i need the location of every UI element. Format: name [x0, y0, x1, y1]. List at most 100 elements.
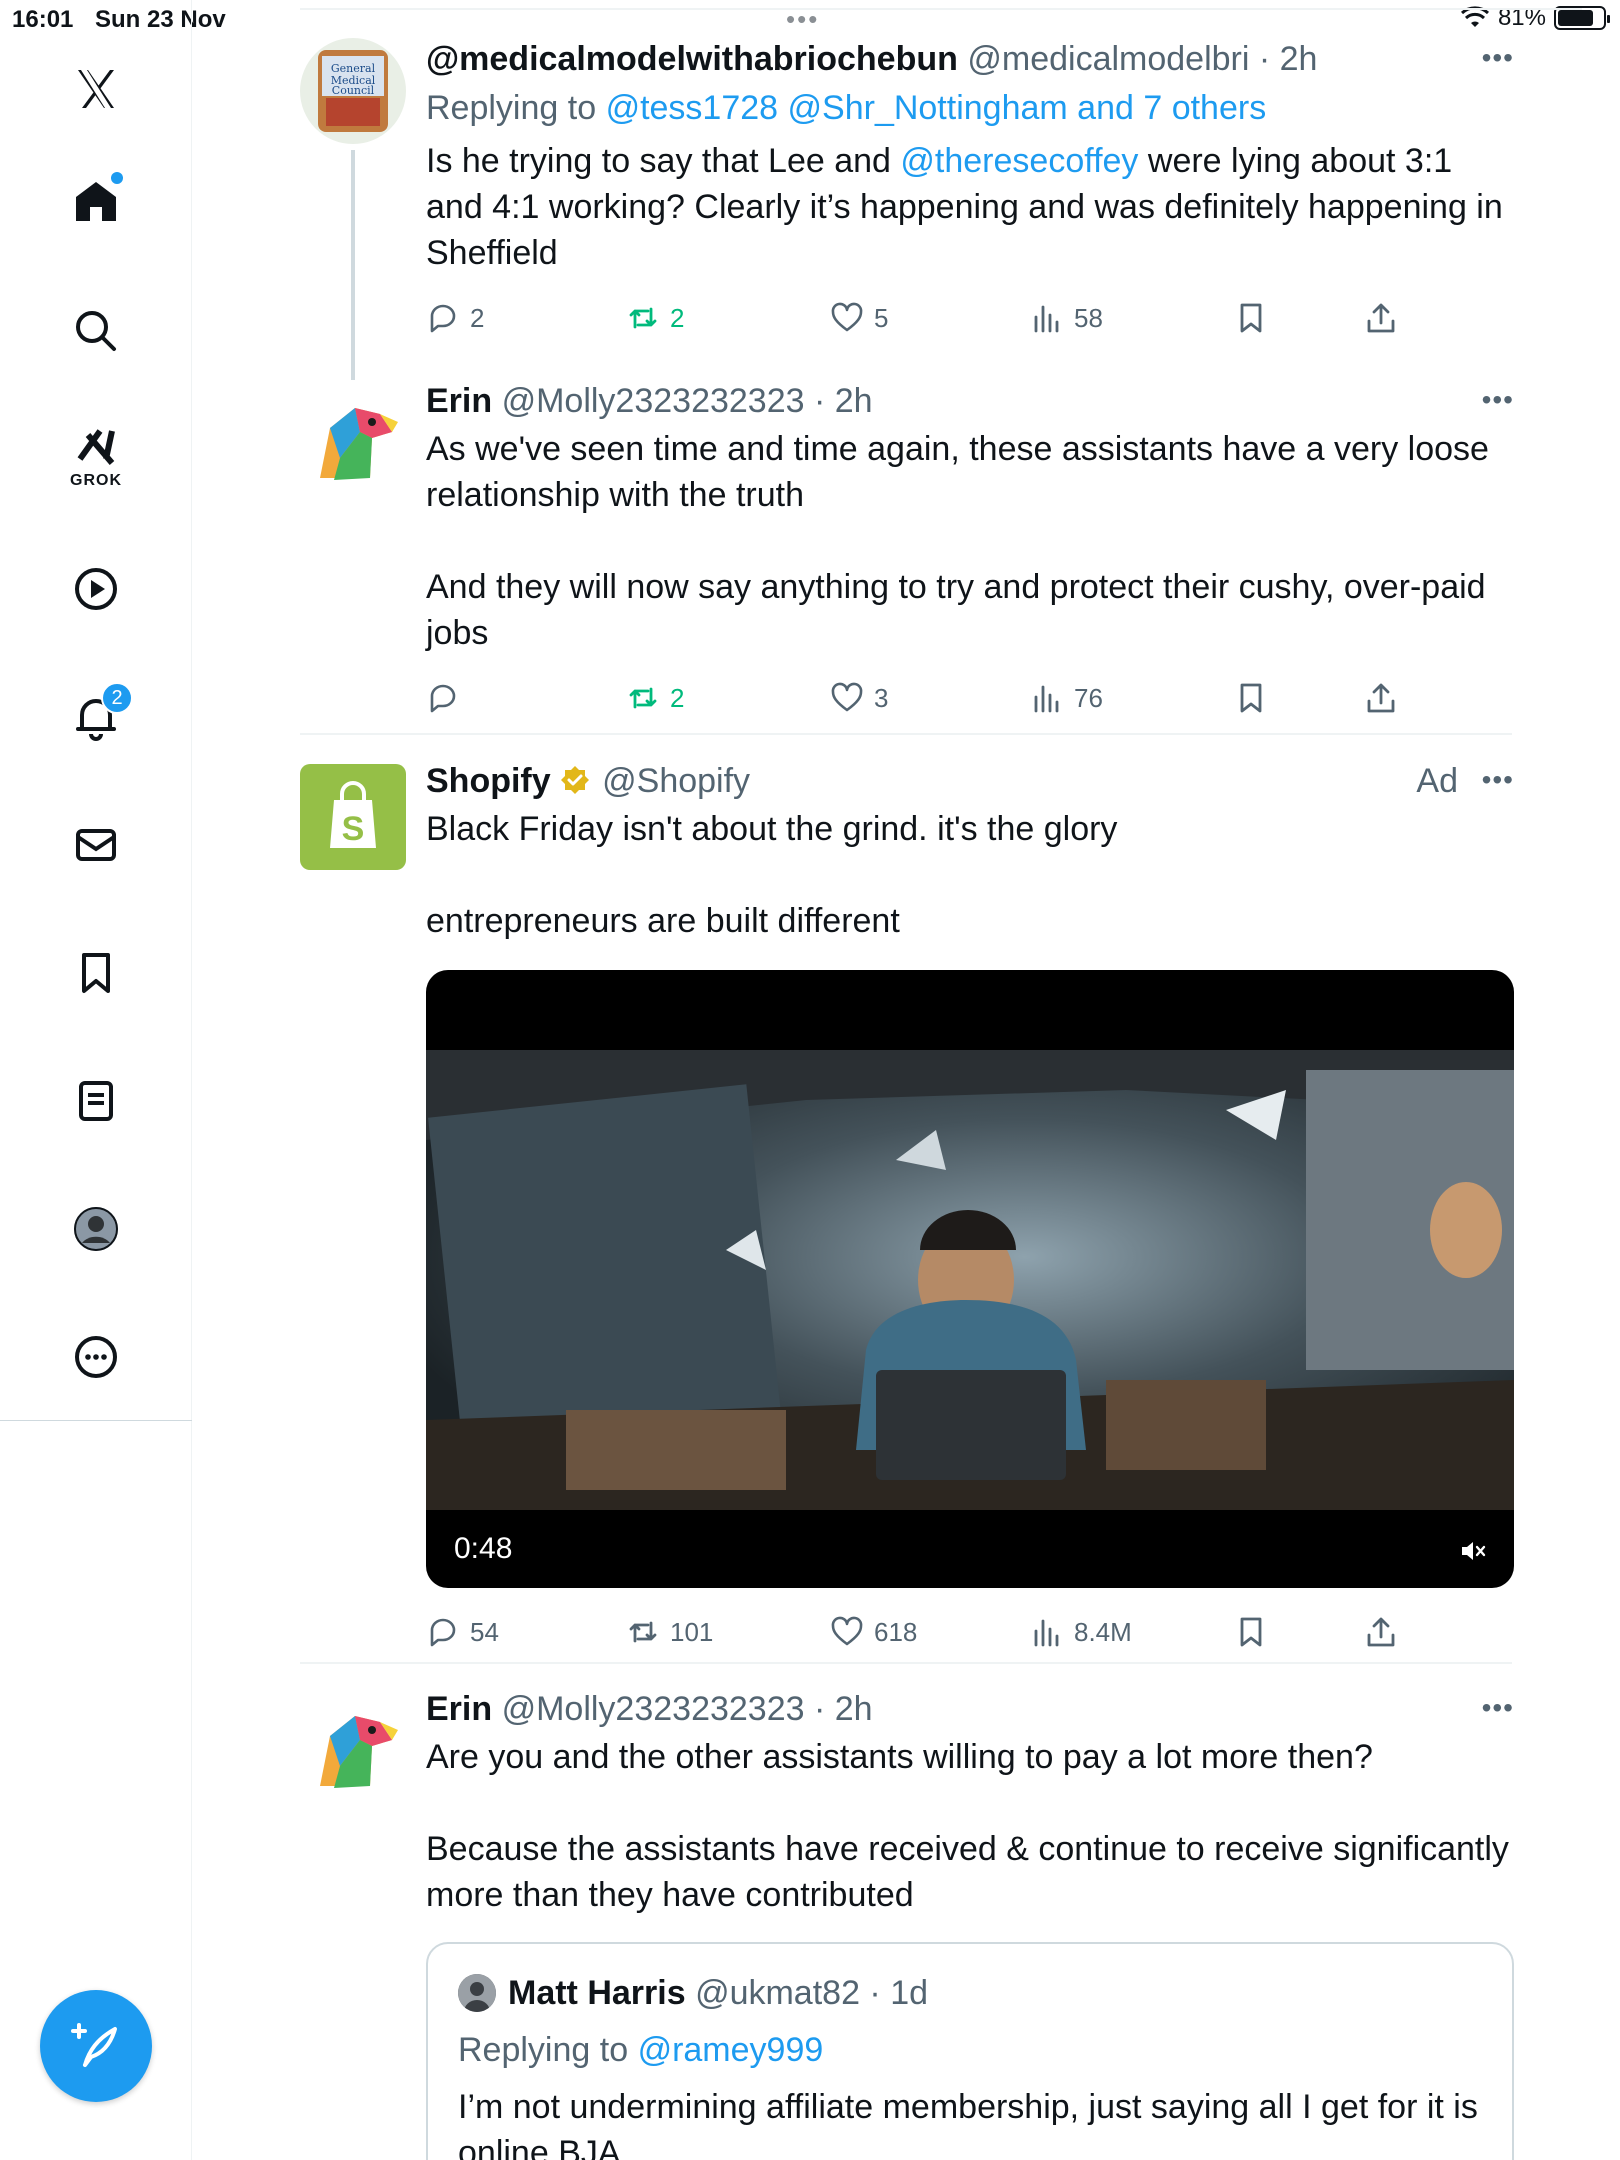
- replying-prefix: Replying to: [426, 89, 597, 127]
- author-handle[interactable]: @Molly2323232323: [502, 1690, 805, 1728]
- reply-button[interactable]: 2: [426, 296, 484, 340]
- replying-to-link[interactable]: @tess1728 @Shr_Nottingham and 7 others: [606, 89, 1267, 127]
- retweet-count: 2: [670, 682, 685, 713]
- quote-header: Matt Harris @ukmat82 · 1d: [458, 1972, 1482, 2014]
- nav-lists[interactable]: [61, 1066, 131, 1136]
- views-button[interactable]: 76: [1030, 676, 1103, 720]
- bookmark-button[interactable]: [1234, 1610, 1268, 1654]
- svg-text:S: S: [342, 810, 365, 848]
- reply-button[interactable]: [426, 676, 470, 720]
- x-logo-icon[interactable]: [61, 54, 131, 124]
- avatar[interactable]: [300, 388, 406, 494]
- tweet-actions: 2 2 5 58: [426, 296, 1514, 346]
- retweet-count: 2: [670, 302, 685, 333]
- author-name[interactable]: Erin: [426, 382, 492, 420]
- like-count: 5: [874, 302, 889, 333]
- author-handle[interactable]: @Molly2323232323: [502, 382, 805, 420]
- reply-count: 2: [470, 302, 485, 333]
- sidebar-divider: [0, 1420, 192, 1421]
- tweet-header: Erin @Molly2323232323 · 2h: [426, 382, 873, 420]
- author-handle[interactable]: @Shopify: [602, 762, 750, 800]
- share-button[interactable]: [1364, 296, 1398, 340]
- retweet-button[interactable]: 2: [626, 296, 684, 340]
- tweet-text: Black Friday isn't about the grind. it's…: [426, 806, 1514, 944]
- nav-more[interactable]: [61, 1322, 131, 1392]
- retweet-icon: [629, 687, 657, 709]
- quote-avatar[interactable]: [458, 1974, 496, 2012]
- nav-search[interactable]: [61, 296, 131, 366]
- nav-notifications[interactable]: 2: [61, 682, 133, 752]
- mute-icon[interactable]: [1458, 1536, 1488, 1566]
- tweet-header: @medicalmodelwithabriochebun @medicalmod…: [426, 40, 1318, 78]
- tweet-text: Are you and the other assistants willing…: [426, 1734, 1514, 1918]
- timeline[interactable]: General Medical Council @medicalmodelwit…: [192, 0, 1582, 2160]
- tweet-actions: 2 3 76: [426, 676, 1514, 726]
- nav-bookmarks[interactable]: [61, 938, 131, 1008]
- share-button[interactable]: [1364, 1610, 1398, 1654]
- view-count: 76: [1074, 682, 1103, 713]
- author-handle[interactable]: @medicalmodelbri: [967, 40, 1249, 78]
- tweet-ad[interactable]: S Shopify @Shopify Ad ••• Black Friday i…: [300, 760, 1514, 1660]
- tweet[interactable]: Erin @Molly2323232323 · 2h ••• As we've …: [300, 380, 1514, 713]
- video-frame: [426, 1050, 1514, 1510]
- tweet-paragraph: Black Friday isn't about the grind. it's…: [426, 810, 1118, 848]
- author-name[interactable]: @medicalmodelwithabriochebun: [426, 40, 958, 78]
- retweet-icon: [629, 307, 657, 329]
- nav-video[interactable]: [61, 554, 131, 624]
- thread-line: [351, 150, 355, 380]
- retweet-button[interactable]: 2: [626, 676, 684, 720]
- avatar[interactable]: [300, 1696, 406, 1802]
- nav-grok[interactable]: GROK: [61, 420, 131, 490]
- compose-button[interactable]: [40, 1990, 152, 2102]
- like-button[interactable]: 618: [830, 1610, 917, 1654]
- share-icon: [1367, 683, 1395, 713]
- more-options-icon[interactable]: •••: [1482, 764, 1514, 796]
- video-duration: 0:48: [454, 1532, 513, 1565]
- avatar[interactable]: S: [300, 764, 406, 870]
- compose-icon: [71, 2023, 117, 2067]
- views-button[interactable]: 58: [1030, 296, 1103, 340]
- share-button[interactable]: [1364, 676, 1398, 720]
- tweet-time[interactable]: 2h: [835, 382, 873, 420]
- heart-icon: [831, 1616, 863, 1646]
- like-button[interactable]: 5: [830, 296, 888, 340]
- quote-replying-to: Replying to @ramey999: [458, 2028, 1482, 2072]
- nav-home[interactable]: [61, 166, 131, 236]
- verified-badge-icon: [560, 766, 589, 794]
- views-button[interactable]: 8.4M: [1030, 1610, 1132, 1654]
- more-options-icon[interactable]: •••: [1482, 384, 1514, 416]
- like-count: 618: [874, 1616, 918, 1647]
- tweet-time[interactable]: 2h: [835, 1690, 873, 1728]
- bookmark-button[interactable]: [1234, 296, 1268, 340]
- nav-profile[interactable]: [61, 1194, 131, 1264]
- quote-time: 1d: [890, 1974, 929, 2012]
- reply-count: 54: [470, 1616, 499, 1647]
- avatar[interactable]: General Medical Council: [300, 38, 406, 144]
- tweet-header: Erin @Molly2323232323 · 2h: [426, 1690, 873, 1728]
- tweet[interactable]: Erin @Molly2323232323 · 2h ••• Are you a…: [300, 1688, 1514, 2160]
- retweet-icon: [629, 1621, 657, 1643]
- reply-button[interactable]: 54: [426, 1610, 499, 1654]
- grok-icon: [77, 429, 115, 465]
- nav-messages[interactable]: [61, 810, 131, 880]
- mention-link[interactable]: @theresecoffey: [900, 142, 1138, 180]
- bookmark-icon: [1240, 1617, 1262, 1647]
- quoted-tweet[interactable]: Matt Harris @ukmat82 · 1d Replying to @r…: [426, 1942, 1514, 2160]
- list-icon: [79, 1081, 113, 1121]
- view-count: 58: [1074, 302, 1103, 333]
- more-options-icon[interactable]: •••: [1482, 42, 1514, 74]
- retweet-button[interactable]: 101: [626, 1610, 713, 1654]
- grok-label: GROK: [70, 472, 122, 489]
- replying-to-link[interactable]: @ramey999: [638, 2031, 824, 2069]
- like-button[interactable]: 3: [830, 676, 888, 720]
- tweet-time[interactable]: 2h: [1280, 40, 1318, 78]
- bookmark-button[interactable]: [1234, 676, 1268, 720]
- more-options-icon[interactable]: •••: [1482, 1692, 1514, 1724]
- tweet[interactable]: General Medical Council @medicalmodelwit…: [300, 38, 1514, 380]
- tweet-paragraph: entrepreneurs are built different: [426, 902, 900, 940]
- author-name[interactable]: Erin: [426, 1690, 492, 1728]
- video-player[interactable]: 0:48: [426, 970, 1514, 1588]
- tweet-paragraph: As we've seen time and time again, these…: [426, 430, 1489, 514]
- retweet-count: 101: [670, 1616, 714, 1647]
- author-name[interactable]: Shopify: [426, 762, 551, 800]
